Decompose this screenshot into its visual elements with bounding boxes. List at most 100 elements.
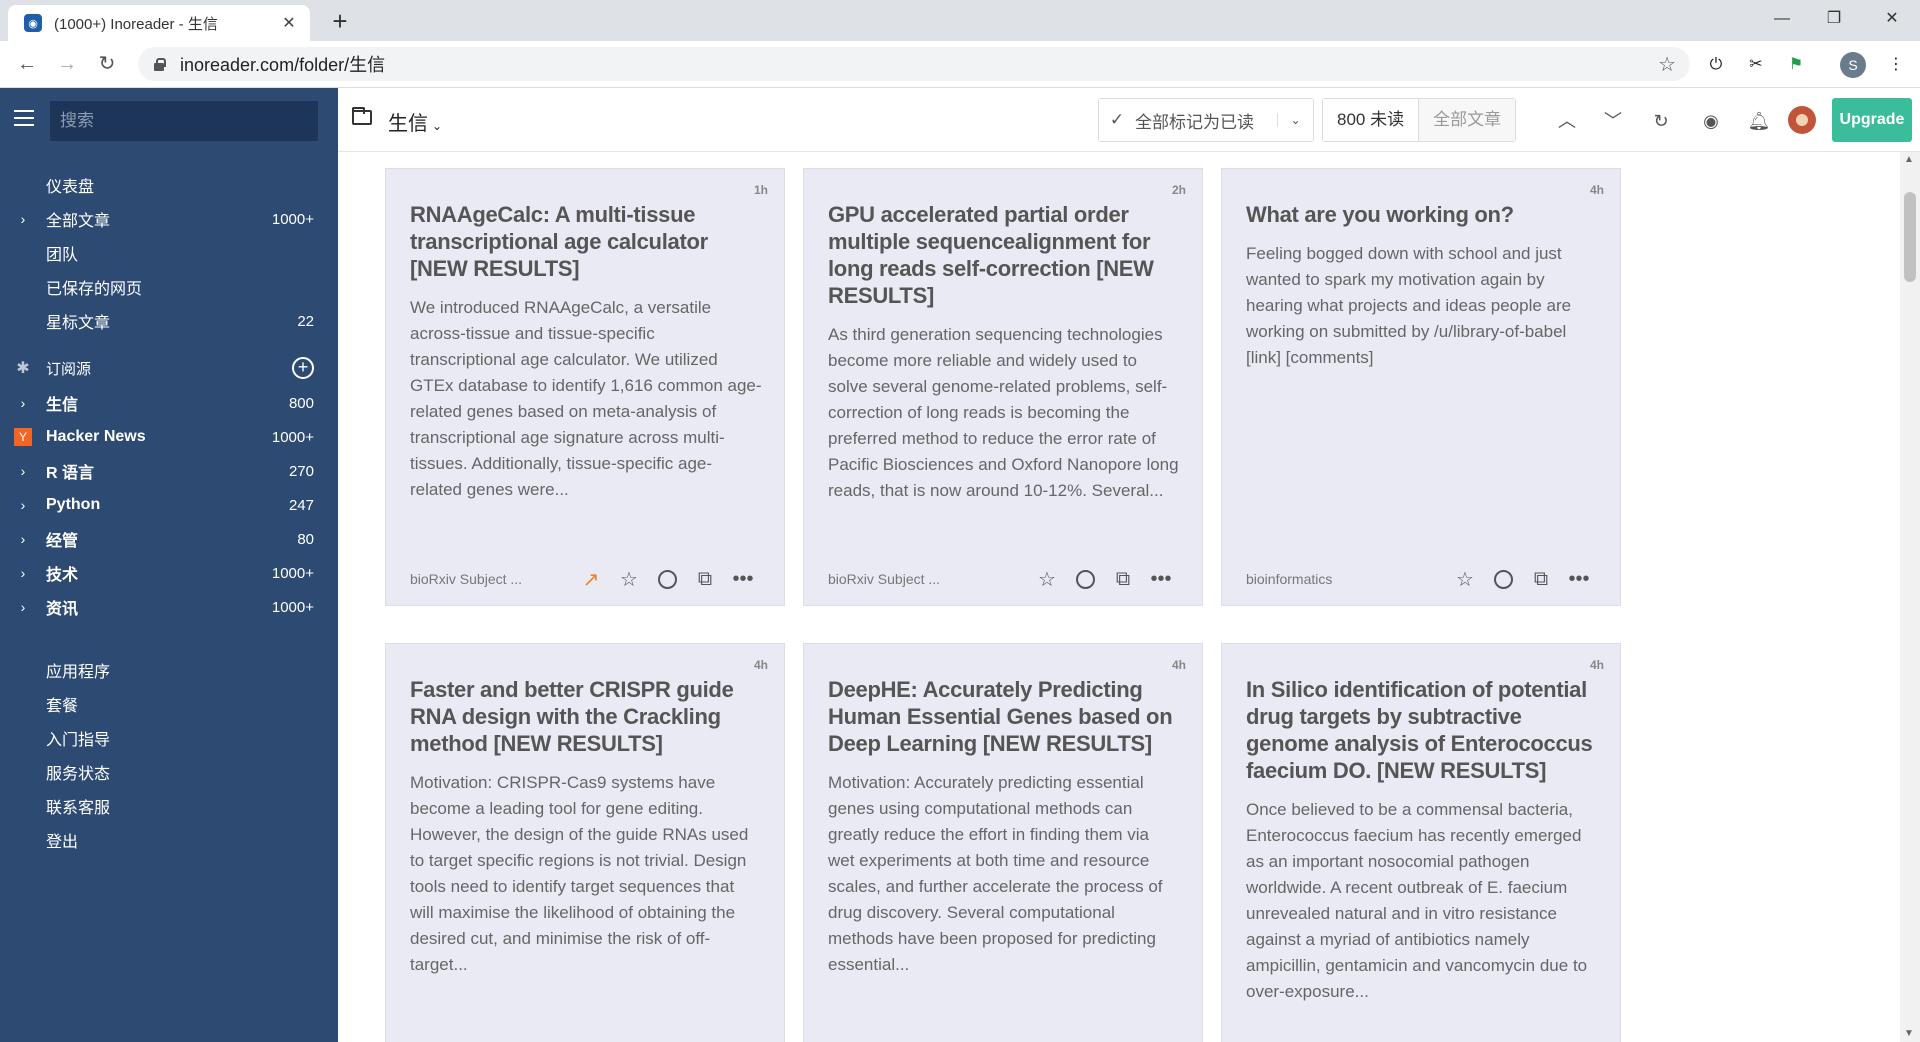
mark-read-circle-icon[interactable] [1066, 568, 1104, 591]
open-external-icon[interactable]: ⧉ [1522, 568, 1560, 591]
scrollbar[interactable]: ▲ ▼ [1900, 152, 1920, 1042]
chevron-right-icon[interactable]: › [0, 211, 46, 227]
chevron-right-icon[interactable]: › [0, 463, 46, 479]
sidebar-item-count: 800 [288, 394, 314, 412]
article-card[interactable]: 4h In Silico identification of potential… [1221, 643, 1621, 1042]
mark-read-circle-icon[interactable] [648, 568, 686, 591]
sidebar-feed-shengxin[interactable]: › 生信 800 [0, 386, 338, 420]
eye-icon[interactable]: ◉ [1698, 108, 1724, 134]
browser-tab-bar: ◉ (1000+) Inoreader - 生信 ✕ + — ❐ ✕ [0, 0, 1920, 41]
user-avatar[interactable] [1788, 106, 1816, 134]
chevron-down-icon[interactable]: ﹀ [1600, 108, 1626, 134]
sidebar-feed-python[interactable]: › Python 247 [0, 488, 338, 522]
sidebar-item-plans[interactable]: 套餐 [0, 687, 338, 721]
scroll-up-icon[interactable]: ▲ [1904, 154, 1914, 165]
sidebar-item-service-status[interactable]: 服务状态 [0, 755, 338, 789]
article-title[interactable]: DeepHE: Accurately Predicting Human Esse… [828, 676, 1180, 757]
scroll-down-icon[interactable]: ▼ [1904, 1028, 1914, 1039]
hamburger-menu-icon[interactable] [14, 110, 34, 126]
upgrade-button[interactable]: Upgrade [1832, 98, 1912, 142]
article-age: 4h [1589, 658, 1604, 672]
article-snippet: Once believed to be a commensal bacteria… [1246, 800, 1588, 1001]
new-tab-icon[interactable]: + [325, 6, 355, 36]
mark-read-circle-icon[interactable] [1484, 568, 1522, 591]
browser-tab[interactable]: ◉ (1000+) Inoreader - 生信 ✕ [8, 5, 310, 41]
sidebar-item-support[interactable]: 联系客服 [0, 789, 338, 823]
profile-avatar[interactable]: S [1840, 52, 1866, 78]
browser-menu-icon[interactable]: ⋮ [1884, 53, 1908, 77]
sidebar-item-label: Hacker News [46, 428, 146, 445]
more-icon[interactable]: ••• [724, 568, 762, 591]
article-card[interactable]: 4h DeepHE: Accurately Predicting Human E… [803, 643, 1203, 1042]
close-tab-icon[interactable]: ✕ [278, 13, 300, 33]
star-icon[interactable]: ☆ [1028, 567, 1066, 592]
open-external-icon[interactable]: ⧉ [1104, 568, 1142, 591]
close-window-icon[interactable]: ✕ [1864, 0, 1920, 38]
gear-icon[interactable]: ✱ [0, 358, 46, 378]
article-card[interactable]: 1h RNAAgeCalc: A multi-tissue transcript… [385, 168, 785, 606]
refresh-icon[interactable]: ↻ [1648, 108, 1674, 134]
minimize-icon[interactable]: — [1754, 0, 1810, 38]
article-card[interactable]: 2h GPU accelerated partial order multipl… [803, 168, 1203, 606]
scissors-extension-icon[interactable]: ✂ [1744, 53, 1768, 77]
sidebar-feed-jingguan[interactable]: › 经管 80 [0, 522, 338, 556]
unread-filter-button[interactable]: 800 未读 [1323, 99, 1420, 141]
sidebar-item-dashboard[interactable]: 仪表盘 [0, 168, 338, 202]
bookmark-star-icon[interactable]: ☆ [1658, 52, 1676, 77]
chevron-right-icon[interactable]: › [0, 531, 46, 547]
article-source[interactable]: bioRxiv Subject ... [828, 571, 1028, 587]
back-icon[interactable]: ← [12, 49, 42, 79]
power-extension-icon[interactable]: ⏻ [1704, 53, 1728, 77]
sidebar-feed-news[interactable]: › 资讯 1000+ [0, 590, 338, 624]
sidebar-feed-r[interactable]: › R 语言 270 [0, 454, 338, 488]
restore-icon[interactable]: ❐ [1806, 0, 1862, 38]
sidebar-item-starred[interactable]: 星标文章 22 [0, 304, 338, 338]
chevron-up-icon[interactable]: ︿ [1554, 108, 1580, 134]
article-source[interactable]: bioinformatics [1246, 571, 1446, 587]
article-snippet: We introduced RNAAgeCalc, a versatile ac… [410, 298, 762, 499]
sidebar-feed-hacker-news[interactable]: Y Hacker News 1000+ [0, 420, 338, 454]
flag-extension-icon[interactable]: ⚑ [1784, 53, 1808, 77]
article-title[interactable]: Faster and better CRISPR guide RNA desig… [410, 676, 762, 757]
article-title[interactable]: GPU accelerated partial order multiple s… [828, 201, 1180, 309]
sidebar-item-label: 套餐 [46, 698, 79, 715]
folder-title-dropdown[interactable]: 生信 ⌄ [388, 107, 442, 136]
chevron-right-icon[interactable]: › [0, 599, 46, 615]
subscriptions-header[interactable]: ✱ 订阅源 + [0, 353, 338, 383]
article-title[interactable]: In Silico identification of potential dr… [1246, 676, 1598, 784]
all-articles-filter-button[interactable]: 全部文章 [1419, 99, 1516, 141]
chevron-right-icon[interactable]: › [0, 565, 46, 581]
lock-icon [152, 57, 166, 71]
more-icon[interactable]: ••• [1560, 568, 1598, 591]
article-footer: bioRxiv Subject ... ↗ ☆ ⧉ ••• [410, 567, 762, 591]
add-subscription-icon[interactable]: + [292, 357, 314, 379]
article-card[interactable]: 4h Faster and better CRISPR guide RNA de… [385, 643, 785, 1042]
chevron-down-icon[interactable]: ⌄ [1277, 113, 1313, 127]
forward-icon[interactable]: → [52, 49, 82, 79]
article-source[interactable]: bioRxiv Subject ... [410, 571, 572, 587]
article-card[interactable]: 4h What are you working on? Feeling bogg… [1221, 168, 1621, 606]
sidebar-feed-tech[interactable]: › 技术 1000+ [0, 556, 338, 590]
chevron-right-icon[interactable]: › [0, 395, 46, 411]
sidebar-item-getting-started[interactable]: 入门指导 [0, 721, 338, 755]
star-icon[interactable]: ☆ [610, 567, 648, 592]
open-external-icon[interactable]: ⧉ [686, 568, 724, 591]
article-snippet: Motivation: CRISPR-Cas9 systems have bec… [410, 773, 749, 974]
mark-all-read-button[interactable]: ✓ 全部标记为已读 ⌄ [1098, 98, 1314, 142]
article-title[interactable]: What are you working on? [1246, 201, 1598, 228]
sidebar-item-all-articles[interactable]: › 全部文章 1000+ [0, 202, 338, 236]
chevron-right-icon[interactable]: › [0, 497, 46, 513]
search-input[interactable] [50, 101, 318, 141]
sidebar-item-apps[interactable]: 应用程序 [0, 653, 338, 687]
sidebar-item-team[interactable]: 团队 [0, 236, 338, 270]
address-bar-row: ← → ↻ inoreader.com/folder/生信 ☆ ⏻ ✂ ⚑ S … [0, 41, 1920, 88]
scroll-thumb[interactable] [1904, 192, 1916, 282]
more-icon[interactable]: ••• [1142, 568, 1180, 591]
bell-icon[interactable]: 🔔︎ [1746, 108, 1772, 134]
star-icon[interactable]: ☆ [1446, 567, 1484, 592]
sidebar-item-saved-pages[interactable]: 已保存的网页 [0, 270, 338, 304]
article-title[interactable]: RNAAgeCalc: A multi-tissue transcription… [410, 201, 762, 282]
reload-icon[interactable]: ↻ [92, 49, 122, 79]
sidebar-item-logout[interactable]: 登出 [0, 823, 338, 857]
url-field[interactable]: inoreader.com/folder/生信 ☆ [138, 47, 1690, 81]
